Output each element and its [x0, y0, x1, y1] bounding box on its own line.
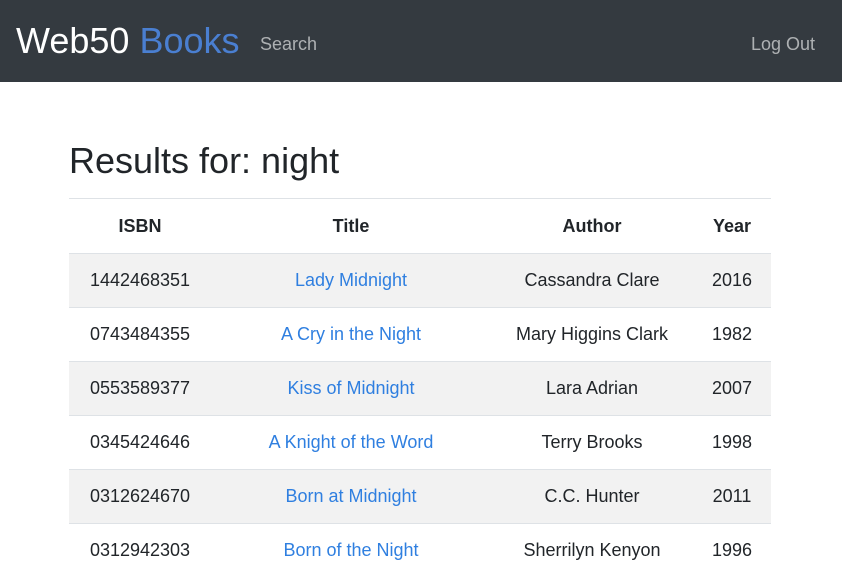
column-header-author: Author [491, 198, 693, 254]
cell-author: C.C. Hunter [491, 469, 693, 524]
nav-logout-link[interactable]: Log Out [751, 32, 815, 56]
brand-primary-text: Web50 [16, 20, 130, 61]
results-table: ISBN Title Author Year 1442468351 Lady M… [69, 198, 771, 578]
cell-author: Sherrilyn Kenyon [491, 523, 693, 578]
brand-logo-link[interactable]: Web50 Books [16, 18, 240, 64]
cell-title: Born at Midnight [211, 469, 491, 524]
cell-isbn: 0743484355 [69, 307, 211, 362]
cell-title: A Knight of the Word [211, 415, 491, 470]
table-row: 0345424646 A Knight of the Word Terry Br… [69, 415, 771, 470]
brand-accent-text: Books [139, 20, 240, 61]
book-title-link[interactable]: A Knight of the Word [269, 432, 434, 452]
book-title-link[interactable]: Born at Midnight [285, 486, 416, 506]
table-header-row: ISBN Title Author Year [69, 198, 771, 254]
cell-year: 2011 [693, 469, 771, 524]
cell-author: Cassandra Clare [491, 253, 693, 308]
cell-title: Born of the Night [211, 523, 491, 578]
cell-isbn: 0312942303 [69, 523, 211, 578]
cell-title: A Cry in the Night [211, 307, 491, 362]
cell-title: Lady Midnight [211, 253, 491, 308]
column-header-isbn: ISBN [69, 198, 211, 254]
cell-isbn: 1442468351 [69, 253, 211, 308]
cell-year: 1998 [693, 415, 771, 470]
cell-year: 1996 [693, 523, 771, 578]
table-body: 1442468351 Lady Midnight Cassandra Clare… [69, 253, 771, 578]
cell-year: 2016 [693, 253, 771, 308]
book-title-link[interactable]: Kiss of Midnight [287, 378, 414, 398]
column-header-title: Title [211, 198, 491, 254]
table-row: 0312624670 Born at Midnight C.C. Hunter … [69, 469, 771, 524]
book-title-link[interactable]: A Cry in the Night [281, 324, 421, 344]
cell-isbn: 0553589377 [69, 361, 211, 416]
cell-title: Kiss of Midnight [211, 361, 491, 416]
book-title-link[interactable]: Lady Midnight [295, 270, 407, 290]
column-header-year: Year [693, 198, 771, 254]
cell-isbn: 0312624670 [69, 469, 211, 524]
cell-year: 1982 [693, 307, 771, 362]
results-heading: Results for: night [69, 140, 340, 181]
cell-author: Terry Brooks [491, 415, 693, 470]
table-row: 0743484355 A Cry in the Night Mary Higgi… [69, 307, 771, 362]
nav-search-link[interactable]: Search [260, 32, 317, 56]
table-header: ISBN Title Author Year [69, 198, 771, 254]
table-row: 0312942303 Born of the Night Sherrilyn K… [69, 523, 771, 578]
table-row: 0553589377 Kiss of Midnight Lara Adrian … [69, 361, 771, 416]
results-table-container: ISBN Title Author Year 1442468351 Lady M… [69, 198, 771, 578]
table-row: 1442468351 Lady Midnight Cassandra Clare… [69, 253, 771, 308]
top-navbar: Web50 Books Search Log Out [0, 0, 842, 82]
cell-isbn: 0345424646 [69, 415, 211, 470]
cell-year: 2007 [693, 361, 771, 416]
book-title-link[interactable]: Born of the Night [283, 540, 418, 560]
cell-author: Mary Higgins Clark [491, 307, 693, 362]
cell-author: Lara Adrian [491, 361, 693, 416]
